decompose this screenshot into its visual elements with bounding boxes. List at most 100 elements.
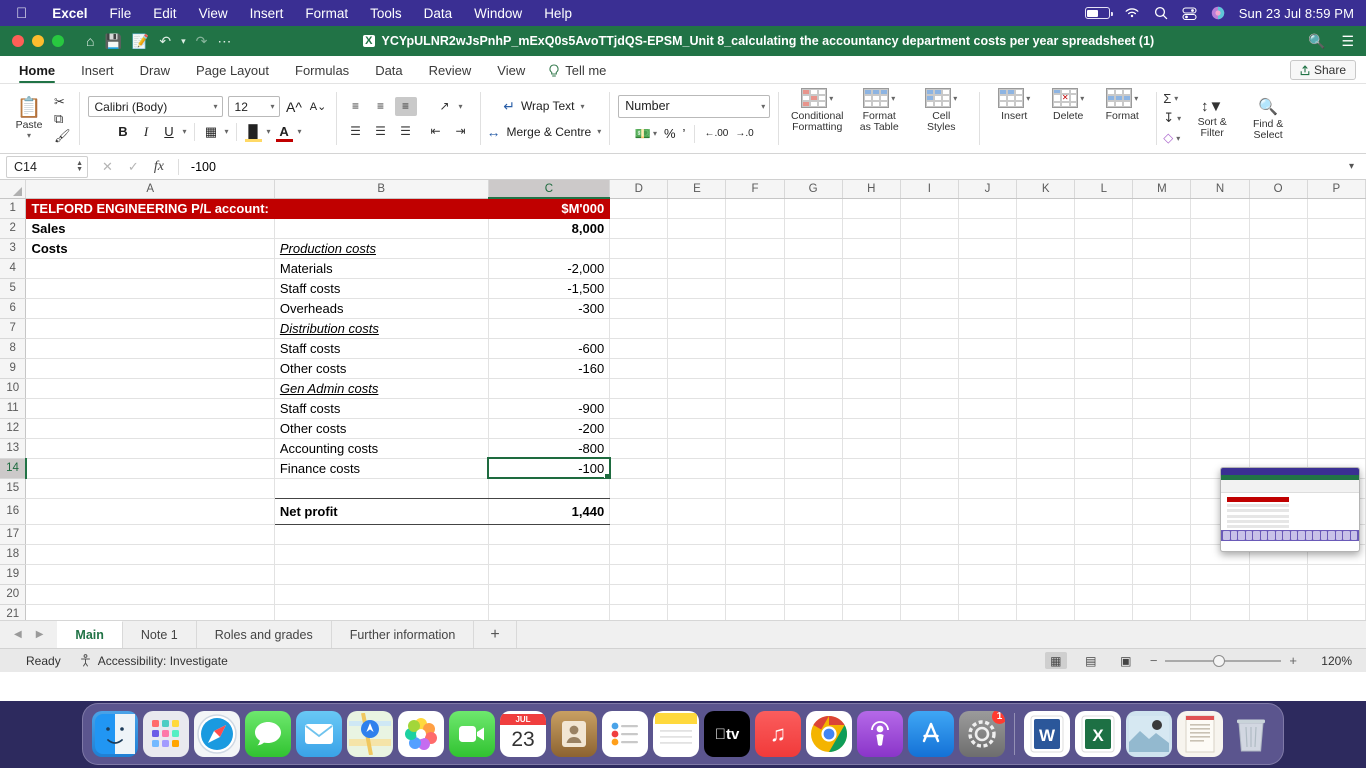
cell-d13[interactable] (609, 438, 669, 459)
menu-item-data[interactable]: Data (413, 6, 464, 21)
cell-k19[interactable] (1016, 564, 1076, 585)
cell-i2[interactable] (900, 218, 959, 239)
paste-caret-icon[interactable]: ▾ (27, 131, 31, 140)
cell-j3[interactable] (958, 238, 1018, 259)
cell-j7[interactable] (958, 318, 1018, 339)
cell-j20[interactable] (958, 584, 1018, 605)
cell-p11[interactable] (1307, 398, 1366, 419)
cell-i1[interactable] (900, 198, 959, 219)
cell-m20[interactable] (1132, 584, 1192, 605)
dock-item-photos[interactable] (398, 711, 444, 757)
cell-j2[interactable] (958, 218, 1018, 239)
cell-a6[interactable] (25, 298, 275, 319)
cell-e1[interactable] (667, 198, 727, 219)
cell-m21[interactable] (1132, 604, 1192, 620)
cell-n21[interactable] (1190, 604, 1250, 620)
cell-b3[interactable]: Production costs (274, 238, 489, 259)
name-box-spinner-icon[interactable]: ▲ ▼ (76, 160, 83, 173)
cell-p12[interactable] (1307, 418, 1366, 439)
cell-n7[interactable] (1190, 318, 1250, 339)
maximize-window-button[interactable] (52, 35, 64, 47)
increase-font-size-button[interactable]: A^ (285, 97, 304, 116)
dock-item-appletv[interactable]: tv (704, 711, 750, 757)
cell-n4[interactable] (1190, 258, 1250, 279)
row-header-12[interactable]: 12 (0, 418, 27, 439)
dock-item-notes[interactable] (653, 711, 699, 757)
accounting-format-button[interactable]: 💵 ▾ (635, 126, 657, 142)
cell-f19[interactable] (725, 564, 785, 585)
spreadsheet-grid[interactable]: A B C D E F G H I J K L M N O P 1 TELFOR… (0, 180, 1366, 620)
wifi-icon[interactable] (1124, 7, 1140, 19)
column-header-b[interactable]: B (274, 180, 489, 199)
align-top-button[interactable]: ≡ (345, 97, 367, 116)
cell-m3[interactable] (1132, 238, 1192, 259)
sheet-tab-further-information[interactable]: Further information (332, 621, 475, 648)
cell-l17[interactable] (1074, 524, 1134, 545)
minimize-window-button[interactable] (32, 35, 44, 47)
cell-c1[interactable]: $M'000 (488, 198, 611, 219)
cell-i8[interactable] (900, 338, 959, 359)
cell-p19[interactable] (1307, 564, 1366, 585)
cell-l20[interactable] (1074, 584, 1134, 605)
search-icon[interactable]: 🔍 (1308, 33, 1325, 50)
cell-a17[interactable] (25, 524, 275, 545)
cell-o5[interactable] (1249, 278, 1308, 299)
format-as-table-button[interactable]: ▾ Format as Table (849, 88, 909, 133)
cell-i12[interactable] (900, 418, 959, 439)
font-size-select[interactable]: 12 ▾ (227, 96, 280, 117)
cell-k4[interactable] (1016, 258, 1076, 279)
cell-d21[interactable] (609, 604, 669, 620)
cell-e12[interactable] (667, 418, 727, 439)
orientation-caret-icon[interactable]: ▾ (459, 102, 463, 111)
cell-k8[interactable] (1016, 338, 1076, 359)
cell-i14[interactable] (900, 458, 959, 479)
cell-i15[interactable] (900, 478, 959, 499)
cell-a1[interactable]: TELFORD ENGINEERING P/L account: (25, 198, 275, 219)
cell-n19[interactable] (1190, 564, 1250, 585)
cell-o12[interactable] (1249, 418, 1308, 439)
cell-a14[interactable] (25, 458, 275, 479)
cell-c15[interactable] (488, 478, 611, 499)
cell-j16[interactable] (958, 498, 1018, 525)
cell-m7[interactable] (1132, 318, 1192, 339)
cell-i16[interactable] (900, 498, 959, 525)
cell-j18[interactable] (958, 544, 1018, 565)
cell-d11[interactable] (609, 398, 669, 419)
dock-item-facetime[interactable] (449, 711, 495, 757)
menu-item-file[interactable]: File (99, 6, 143, 21)
cell-l1[interactable] (1074, 198, 1134, 219)
dock-item-mail[interactable] (296, 711, 342, 757)
tab-page-layout[interactable]: Page Layout (183, 60, 282, 83)
cell-e18[interactable] (667, 544, 727, 565)
cell-e14[interactable] (667, 458, 727, 479)
cell-o21[interactable] (1249, 604, 1308, 620)
row-header-14[interactable]: 14 (0, 458, 27, 479)
cell-o19[interactable] (1249, 564, 1308, 585)
cell-b15[interactable] (274, 478, 489, 499)
cell-o10[interactable] (1249, 378, 1308, 399)
row-header-21[interactable]: 21 (0, 604, 27, 620)
cell-o4[interactable] (1249, 258, 1308, 279)
cell-i13[interactable] (900, 438, 959, 459)
cell-p5[interactable] (1307, 278, 1366, 299)
cell-c4[interactable]: -2,000 (488, 258, 611, 279)
cell-b18[interactable] (274, 544, 489, 565)
cell-e11[interactable] (667, 398, 727, 419)
cell-h15[interactable] (842, 478, 901, 499)
cell-e2[interactable] (667, 218, 727, 239)
cell-j1[interactable] (958, 198, 1018, 219)
cell-b4[interactable]: Materials (274, 258, 489, 279)
dock-item-document[interactable] (1177, 711, 1223, 757)
cell-k6[interactable] (1016, 298, 1076, 319)
cell-g2[interactable] (784, 218, 843, 239)
cell-d18[interactable] (609, 544, 669, 565)
font-color-caret-icon[interactable]: ▾ (298, 127, 302, 136)
cell-c6[interactable]: -300 (488, 298, 611, 319)
cell-n12[interactable] (1190, 418, 1250, 439)
zoom-slider[interactable]: − + (1150, 653, 1297, 668)
cell-h6[interactable] (842, 298, 901, 319)
cell-h16[interactable] (842, 498, 901, 525)
cell-m18[interactable] (1132, 544, 1192, 565)
cell-j15[interactable] (958, 478, 1018, 499)
comma-style-button[interactable]: ’ (683, 126, 686, 141)
